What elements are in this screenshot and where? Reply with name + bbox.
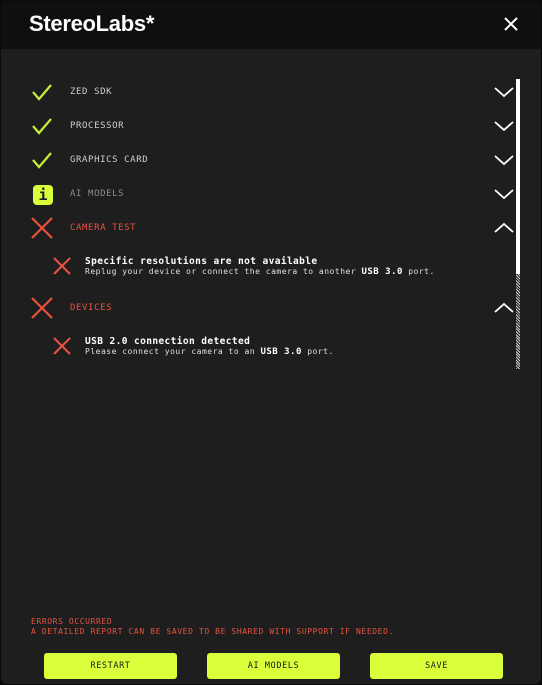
error-x-icon [53,337,71,355]
app-window: StereoLabs* ZED SDK PROCESSOR GRAPHICS C… [1,1,541,684]
check-row-ai-models[interactable]: i AI MODELS [1,178,521,212]
check-list: ZED SDK PROCESSOR GRAPHICS CARD i AI MOD… [1,49,541,684]
issue-description-text: Replug your device or connect the camera… [85,267,362,276]
check-row-zed-sdk[interactable]: ZED SDK [1,76,521,110]
issue-description-text-end: port. [301,347,334,356]
scrollbar-track[interactable] [516,274,520,369]
check-row-graphics-card[interactable]: GRAPHICS CARD [1,144,521,178]
scrollbar-thumb[interactable] [516,79,520,274]
error-x-icon [31,297,53,319]
check-row-devices[interactable]: DEVICES [1,292,521,326]
error-x-icon [53,257,71,275]
check-label-processor: PROCESSOR [70,121,125,131]
check-label-graphics-card: GRAPHICS CARD [70,155,149,165]
errors-detail: A DETAILED REPORT CAN BE SAVED TO BE SHA… [31,627,394,636]
issue-description: Replug your device or connect the camera… [85,267,455,277]
issue-description-highlight: USB 3.0 [260,347,302,357]
issue-title: Specific resolutions are not available [85,256,318,267]
issue-description-text-end: port. [402,267,435,276]
close-icon [504,17,518,31]
save-button[interactable]: SAVE [370,653,503,679]
chevron-down-icon[interactable] [493,186,515,202]
check-label-ai-models: AI MODELS [70,189,125,199]
chevron-down-icon[interactable] [493,84,515,100]
check-label-camera-test: CAMERA TEST [70,223,137,233]
close-button[interactable] [501,14,521,34]
errors-heading: ERRORS OCCURRED [31,617,113,626]
check-row-processor[interactable]: PROCESSOR [1,110,521,144]
scrollbar[interactable] [516,79,521,369]
restart-button[interactable]: RESTART [44,653,177,679]
title-bar: StereoLabs* [1,1,541,49]
info-icon: i [33,185,53,205]
chevron-up-icon[interactable] [493,220,515,236]
chevron-down-icon[interactable] [493,152,515,168]
check-label-devices: DEVICES [70,303,113,313]
chevron-down-icon[interactable] [493,118,515,134]
app-title: StereoLabs* [29,11,155,36]
ai-models-button[interactable]: AI MODELS [207,653,340,679]
chevron-up-icon[interactable] [493,300,515,316]
check-row-camera-test[interactable]: CAMERA TEST [1,212,521,246]
check-icon [32,152,52,169]
check-label-zed-sdk: ZED SDK [70,87,113,97]
errors-message: ERRORS OCCURRED A DETAILED REPORT CAN BE… [31,617,394,637]
issue-title: USB 2.0 connection detected [85,336,251,347]
check-icon [32,118,52,135]
error-x-icon [31,217,53,239]
check-icon [32,84,52,101]
issue-description-text: Please connect your camera to an [85,347,261,356]
issue-description-highlight: USB 3.0 [361,267,403,277]
issue-description: Please connect your camera to an USB 3.0… [85,347,455,357]
